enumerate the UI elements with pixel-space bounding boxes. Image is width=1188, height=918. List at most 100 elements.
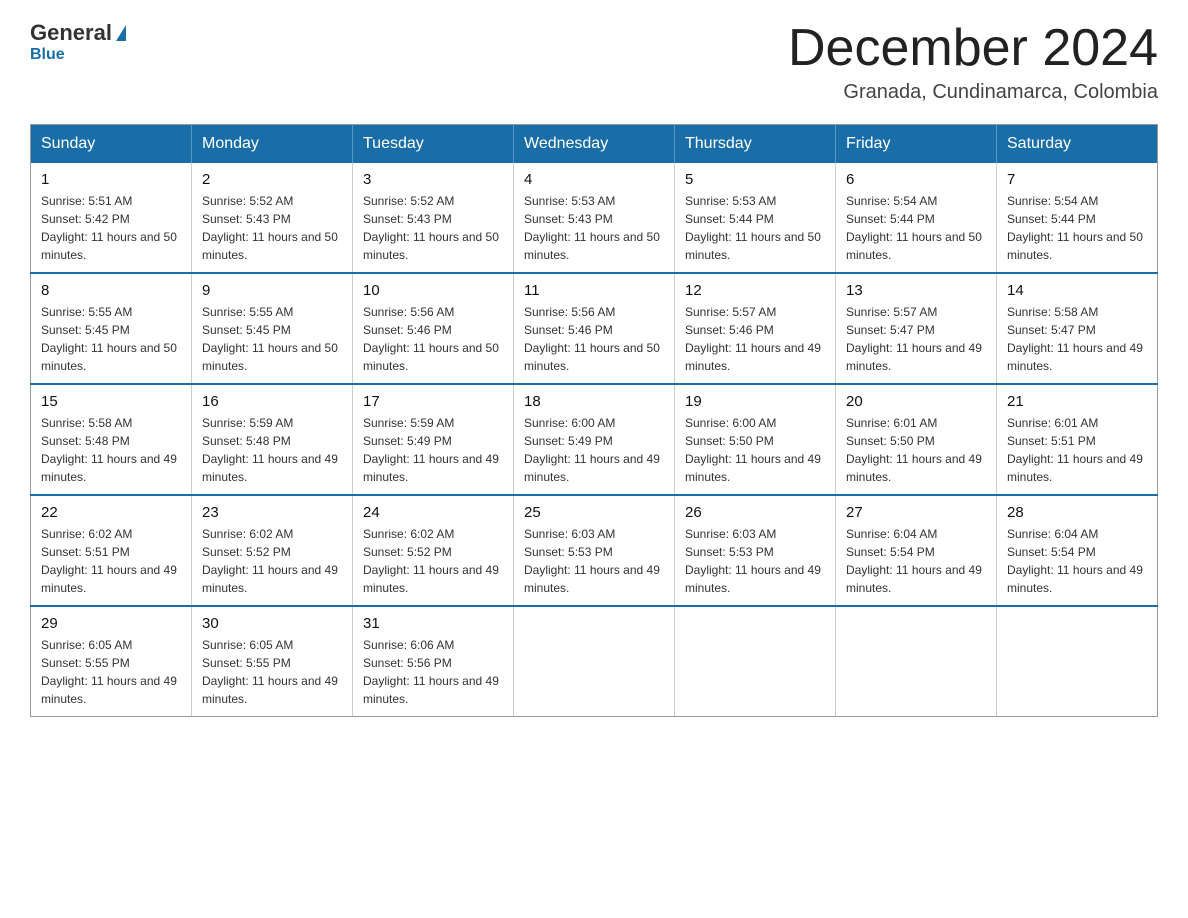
calendar-cell: [836, 606, 997, 717]
weekday-header-wednesday: Wednesday: [514, 125, 675, 164]
day-number: 12: [685, 282, 825, 299]
logo-blue-text: Blue: [30, 46, 65, 63]
calendar-cell: 8 Sunrise: 5:55 AMSunset: 5:45 PMDaylight…: [31, 273, 192, 384]
calendar-cell: 19 Sunrise: 6:00 AMSunset: 5:50 PMDayligh…: [675, 384, 836, 495]
weekday-header-row: SundayMondayTuesdayWednesdayThursdayFrid…: [31, 125, 1158, 164]
calendar-cell: 13 Sunrise: 5:57 AMSunset: 5:47 PMDayligh…: [836, 273, 997, 384]
day-info: Sunrise: 5:58 AMSunset: 5:48 PMDaylight:…: [41, 414, 181, 486]
day-info: Sunrise: 5:51 AMSunset: 5:42 PMDaylight:…: [41, 192, 181, 264]
calendar-cell: [675, 606, 836, 717]
calendar-cell: [997, 606, 1158, 717]
day-info: Sunrise: 6:02 AMSunset: 5:51 PMDaylight:…: [41, 525, 181, 597]
day-number: 13: [846, 282, 986, 299]
day-info: Sunrise: 5:53 AMSunset: 5:43 PMDaylight:…: [524, 192, 664, 264]
calendar-cell: 5 Sunrise: 5:53 AMSunset: 5:44 PMDaylight…: [675, 163, 836, 273]
weekday-header-thursday: Thursday: [675, 125, 836, 164]
calendar-cell: 2 Sunrise: 5:52 AMSunset: 5:43 PMDaylight…: [192, 163, 353, 273]
day-info: Sunrise: 6:05 AMSunset: 5:55 PMDaylight:…: [202, 636, 342, 708]
day-info: Sunrise: 6:02 AMSunset: 5:52 PMDaylight:…: [202, 525, 342, 597]
calendar-cell: 7Sunrise: 5:54 AMSunset: 5:44 PMDaylight…: [997, 163, 1158, 273]
calendar-cell: 23 Sunrise: 6:02 AMSunset: 5:52 PMDayligh…: [192, 495, 353, 606]
day-info: Sunrise: 5:56 AMSunset: 5:46 PMDaylight:…: [524, 303, 664, 375]
day-number: 29: [41, 615, 181, 632]
day-info: Sunrise: 5:58 AMSunset: 5:47 PMDaylight:…: [1007, 303, 1147, 375]
day-info: Sunrise: 5:59 AMSunset: 5:48 PMDaylight:…: [202, 414, 342, 486]
day-info: Sunrise: 5:57 AMSunset: 5:47 PMDaylight:…: [846, 303, 986, 375]
weekday-header-tuesday: Tuesday: [353, 125, 514, 164]
calendar-cell: 31Sunrise: 6:06 AMSunset: 5:56 PMDayligh…: [353, 606, 514, 717]
day-info: Sunrise: 5:52 AMSunset: 5:43 PMDaylight:…: [202, 192, 342, 264]
calendar-cell: 27 Sunrise: 6:04 AMSunset: 5:54 PMDayligh…: [836, 495, 997, 606]
calendar-cell: 12Sunrise: 5:57 AMSunset: 5:46 PMDayligh…: [675, 273, 836, 384]
calendar-cell: 4 Sunrise: 5:53 AMSunset: 5:43 PMDaylight…: [514, 163, 675, 273]
day-info: Sunrise: 5:52 AMSunset: 5:43 PMDaylight:…: [363, 192, 503, 264]
day-number: 19: [685, 393, 825, 410]
title-section: December 2024 Granada, Cundinamarca, Col…: [788, 20, 1158, 104]
day-number: 30: [202, 615, 342, 632]
day-number: 27: [846, 504, 986, 521]
day-number: 24: [363, 504, 503, 521]
location-text: Granada, Cundinamarca, Colombia: [788, 81, 1158, 104]
day-info: Sunrise: 5:54 AMSunset: 5:44 PMDaylight:…: [1007, 192, 1147, 264]
calendar-week-row: 29 Sunrise: 6:05 AMSunset: 5:55 PMDayligh…: [31, 606, 1158, 717]
day-number: 9: [202, 282, 342, 299]
day-number: 2: [202, 171, 342, 188]
day-info: Sunrise: 6:01 AMSunset: 5:51 PMDaylight:…: [1007, 414, 1147, 486]
day-info: Sunrise: 5:56 AMSunset: 5:46 PMDaylight:…: [363, 303, 503, 375]
calendar-cell: 21 Sunrise: 6:01 AMSunset: 5:51 PMDayligh…: [997, 384, 1158, 495]
day-info: Sunrise: 6:01 AMSunset: 5:50 PMDaylight:…: [846, 414, 986, 486]
day-number: 20: [846, 393, 986, 410]
calendar-cell: 20 Sunrise: 6:01 AMSunset: 5:50 PMDayligh…: [836, 384, 997, 495]
calendar-week-row: 1 Sunrise: 5:51 AMSunset: 5:42 PMDaylight…: [31, 163, 1158, 273]
calendar-cell: 29 Sunrise: 6:05 AMSunset: 5:55 PMDayligh…: [31, 606, 192, 717]
calendar-week-row: 8 Sunrise: 5:55 AMSunset: 5:45 PMDaylight…: [31, 273, 1158, 384]
calendar-table: SundayMondayTuesdayWednesdayThursdayFrid…: [30, 124, 1158, 717]
calendar-cell: 18 Sunrise: 6:00 AMSunset: 5:49 PMDayligh…: [514, 384, 675, 495]
calendar-week-row: 22Sunrise: 6:02 AMSunset: 5:51 PMDayligh…: [31, 495, 1158, 606]
day-number: 16: [202, 393, 342, 410]
day-info: Sunrise: 6:02 AMSunset: 5:52 PMDaylight:…: [363, 525, 503, 597]
day-number: 5: [685, 171, 825, 188]
day-info: Sunrise: 5:59 AMSunset: 5:49 PMDaylight:…: [363, 414, 503, 486]
calendar-cell: 30 Sunrise: 6:05 AMSunset: 5:55 PMDayligh…: [192, 606, 353, 717]
day-info: Sunrise: 6:03 AMSunset: 5:53 PMDaylight:…: [524, 525, 664, 597]
day-info: Sunrise: 6:04 AMSunset: 5:54 PMDaylight:…: [846, 525, 986, 597]
month-title: December 2024: [788, 20, 1158, 77]
day-number: 14: [1007, 282, 1147, 299]
day-info: Sunrise: 6:04 AMSunset: 5:54 PMDaylight:…: [1007, 525, 1147, 597]
day-number: 23: [202, 504, 342, 521]
calendar-cell: 26 Sunrise: 6:03 AMSunset: 5:53 PMDayligh…: [675, 495, 836, 606]
logo-triangle-icon: [116, 25, 126, 41]
day-number: 21: [1007, 393, 1147, 410]
calendar-cell: 22Sunrise: 6:02 AMSunset: 5:51 PMDayligh…: [31, 495, 192, 606]
day-number: 26: [685, 504, 825, 521]
day-number: 15: [41, 393, 181, 410]
day-number: 6: [846, 171, 986, 188]
day-number: 3: [363, 171, 503, 188]
day-info: Sunrise: 5:55 AMSunset: 5:45 PMDaylight:…: [41, 303, 181, 375]
page-header: General Blue December 2024 Granada, Cund…: [30, 20, 1158, 104]
calendar-cell: 28Sunrise: 6:04 AMSunset: 5:54 PMDayligh…: [997, 495, 1158, 606]
day-number: 1: [41, 171, 181, 188]
weekday-header-friday: Friday: [836, 125, 997, 164]
day-info: Sunrise: 5:53 AMSunset: 5:44 PMDaylight:…: [685, 192, 825, 264]
day-number: 8: [41, 282, 181, 299]
calendar-cell: [514, 606, 675, 717]
day-number: 11: [524, 282, 664, 299]
day-number: 18: [524, 393, 664, 410]
weekday-header-monday: Monday: [192, 125, 353, 164]
calendar-cell: 25Sunrise: 6:03 AMSunset: 5:53 PMDayligh…: [514, 495, 675, 606]
weekday-header-saturday: Saturday: [997, 125, 1158, 164]
calendar-cell: 17 Sunrise: 5:59 AMSunset: 5:49 PMDayligh…: [353, 384, 514, 495]
day-info: Sunrise: 5:55 AMSunset: 5:45 PMDaylight:…: [202, 303, 342, 375]
calendar-cell: 11 Sunrise: 5:56 AMSunset: 5:46 PMDayligh…: [514, 273, 675, 384]
calendar-cell: 10Sunrise: 5:56 AMSunset: 5:46 PMDayligh…: [353, 273, 514, 384]
logo: General Blue: [30, 20, 126, 64]
day-info: Sunrise: 6:03 AMSunset: 5:53 PMDaylight:…: [685, 525, 825, 597]
weekday-header-sunday: Sunday: [31, 125, 192, 164]
day-info: Sunrise: 6:00 AMSunset: 5:49 PMDaylight:…: [524, 414, 664, 486]
day-number: 4: [524, 171, 664, 188]
day-info: Sunrise: 6:05 AMSunset: 5:55 PMDaylight:…: [41, 636, 181, 708]
day-number: 17: [363, 393, 503, 410]
day-info: Sunrise: 6:00 AMSunset: 5:50 PMDaylight:…: [685, 414, 825, 486]
